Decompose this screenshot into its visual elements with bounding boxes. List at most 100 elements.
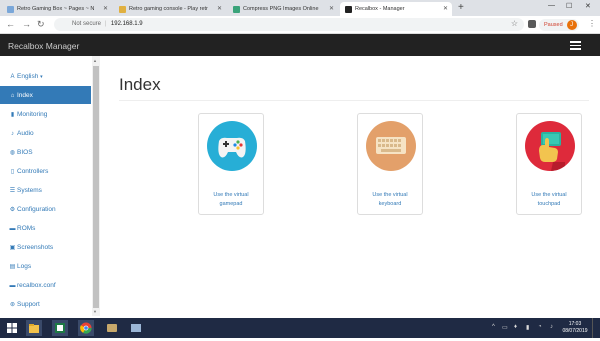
tab-label: Compress PNG Images Online [243,6,319,12]
brand-title[interactable]: Recalbox Manager [8,41,79,51]
sidebar-item-logs[interactable]: ▤ Logs [0,257,91,275]
sidebar-item-label: Logs [17,263,32,270]
virtual-keyboard-card[interactable]: Use the virtual keyboard [357,113,423,215]
gear-icon: ⚙ [9,207,16,213]
sidebar-item-audio[interactable]: ♪ Audio [0,124,91,142]
tag-icon: ⊛ [9,302,16,308]
sidebar-item-monitoring[interactable]: ▮ Monitoring [0,105,91,123]
signal-icon: ▮ [10,112,15,118]
hamburger-menu-icon[interactable] [570,41,581,50]
divider [119,100,589,101]
card-caption-line: Use the virtual [372,192,408,198]
translate-icon: A [10,74,15,80]
sidebar-scrollbar[interactable]: ▲ ▼ [92,56,100,316]
browser-tab-active[interactable]: Recalbox - Manager ✕ [340,2,452,16]
reload-icon[interactable]: ↻ [37,19,45,30]
profile-status-label: Paused [544,22,563,28]
sidebar-item-controllers[interactable]: ▯ Controllers [0,162,91,180]
sidebar-item-configuration[interactable]: ⚙ Configuration [0,200,91,218]
sidebar-item-support[interactable]: ⊛ Support [0,295,91,313]
card-caption-line: keyboard [378,201,402,207]
card-caption-line: Use the virtual [213,192,249,198]
virtual-gamepad-card[interactable]: Use the virtual gamepad [198,113,264,215]
card-caption[interactable]: Use the virtual gamepad [199,191,263,209]
profile-paused-button[interactable]: Paused J [539,19,579,31]
scroll-up-icon[interactable]: ▲ [93,58,97,63]
forward-icon[interactable]: → [22,19,31,29]
tab-label: Retro Gaming Box ~ Pages ~ N [17,6,95,12]
network-icon[interactable]: ▭ [502,324,508,331]
close-tab-icon[interactable]: ✕ [443,5,448,12]
hdd-icon: ▬ [9,283,16,289]
sidebar-item-roms[interactable]: ▬ ROMs [0,219,91,237]
bookmark-star-icon[interactable]: ☆ [511,19,518,28]
minimize-icon[interactable]: — [548,2,555,9]
card-caption[interactable]: Use the virtual touchpad [517,191,581,209]
browser-tab[interactable]: Retro Gaming Box ~ Pages ~ N ✕ [2,2,112,16]
tab-label: Recalbox - Manager [355,6,405,12]
sidebar-item-index[interactable]: ⌂ Index [0,86,91,104]
avatar: J [566,20,577,30]
sidebar-item-label: Systems [17,187,42,194]
maximize-icon[interactable]: ☐ [566,2,572,10]
app-icon[interactable] [128,320,144,336]
sidebar-item-label: Configuration [17,206,56,213]
system-clock[interactable]: 17:03 08/07/2019 [560,321,590,335]
not-secure-label[interactable]: Not secure [72,21,101,27]
card-caption-line: gamepad [219,201,243,207]
url-text[interactable]: 192.168.1.9 [111,21,143,27]
sidebar: A English ▾ ⌂ Index ▮ Monitoring ♪ Audio ◍ BI… [0,64,91,314]
usb-icon[interactable]: ♦ [514,324,517,330]
gamepad-icon [207,121,257,171]
browser-tab[interactable]: Compress PNG Images Online ✕ [228,2,338,16]
card-caption[interactable]: Use the virtual keyboard [358,191,422,209]
keyboard-icon [366,121,416,171]
chrome-icon[interactable] [78,320,94,336]
app-icon[interactable] [104,320,120,336]
windows-start-icon[interactable] [4,320,20,336]
tab-favicon-icon [233,6,240,13]
show-desktop-button[interactable] [592,318,598,338]
scroll-down-icon[interactable]: ▼ [93,309,97,314]
language-label: English [17,73,39,80]
home-icon: ⌂ [10,93,15,99]
sidebar-item-systems[interactable]: ☰ Systems [0,181,91,199]
sidebar-item-bios[interactable]: ◍ BIOS [0,143,91,161]
new-tab-button[interactable]: + [458,2,464,13]
back-icon[interactable]: ← [6,19,15,29]
address-bar-row: ← → ↻ Not secure | 192.168.1.9 ☆ [0,16,600,34]
close-window-icon[interactable]: ✕ [585,2,591,10]
page-title: Index [119,75,161,94]
tab-favicon-icon [119,6,126,13]
omnibox[interactable]: Not secure | 192.168.1.9 ☆ [54,18,524,31]
clock-date: 08/07/2019 [562,328,588,334]
sidebar-item-recalbox-conf[interactable]: ▬ recalbox.conf [0,276,91,294]
excel-icon[interactable] [52,320,68,336]
volume-icon: ♪ [11,131,14,137]
app-navbar: Recalbox Manager [0,34,600,56]
list-icon: ☰ [9,188,16,194]
card-caption-line: Use the virtual [531,192,567,198]
scrollbar-thumb[interactable] [93,66,99,308]
hdd-icon: ▬ [9,226,16,232]
browser-tab[interactable]: Retro gaming console - Play retr ✕ [114,2,226,16]
tab-favicon-icon [7,6,14,13]
file-explorer-icon[interactable] [26,320,42,336]
close-tab-icon[interactable]: ✕ [217,5,222,12]
wifi-icon[interactable]: ◔ [538,324,542,330]
battery-icon[interactable]: ▮ [526,324,529,331]
sidebar-item-screenshots[interactable]: ▣ Screenshots [0,238,91,256]
clock-time: 17:03 [568,321,582,327]
virtual-touchpad-card[interactable]: Use the virtual touchpad [516,113,582,215]
sidebar-item-label: Index [17,92,33,99]
close-tab-icon[interactable]: ✕ [329,5,334,12]
browser-menu-icon[interactable]: ⋮ [588,19,596,28]
extension-icon[interactable] [528,20,536,28]
phone-icon: ▯ [10,169,15,175]
globe-icon: ◍ [9,150,16,156]
volume-icon[interactable]: ♪ [550,324,553,330]
language-dropdown[interactable]: A English ▾ [0,67,91,85]
browser-tab-strip: Retro Gaming Box ~ Pages ~ N ✕ Retro gam… [0,0,600,16]
show-hidden-icons-icon[interactable]: ^ [492,324,495,330]
close-tab-icon[interactable]: ✕ [103,5,108,12]
